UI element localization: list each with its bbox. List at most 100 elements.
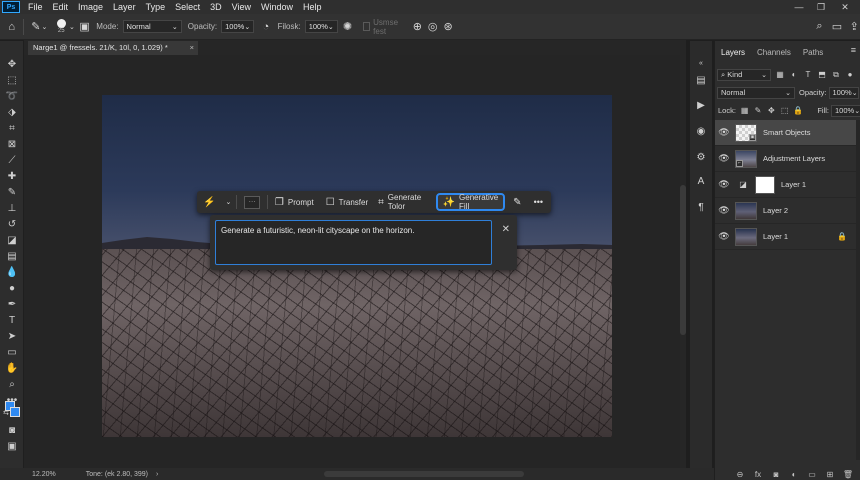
add-mask-icon[interactable]: ◙ — [769, 468, 783, 480]
zoom-level[interactable]: 12.20% — [32, 471, 56, 478]
fill-field[interactable]: 100% ⌄ — [831, 104, 860, 117]
tab-paths[interactable]: Paths — [797, 45, 829, 61]
properties-panel-icon[interactable]: ⚙ — [693, 149, 709, 165]
type-tool-icon[interactable]: T — [3, 313, 21, 327]
chevron-down-icon[interactable]: ⌄ — [223, 193, 233, 211]
marquee-tool-icon[interactable]: ⬚ — [3, 73, 21, 87]
mode-select[interactable]: Normal ⌄ — [122, 20, 182, 33]
adjustments-panel-icon[interactable]: ◉ — [693, 123, 709, 139]
menu-help[interactable]: Help — [298, 0, 327, 14]
new-adjustment-icon[interactable]: ◐ — [787, 468, 801, 480]
blur-tool-icon[interactable]: 💧 — [3, 265, 21, 279]
canvas-vertical-scrollbar[interactable] — [680, 55, 686, 468]
share-icon[interactable]: ⇪ — [849, 19, 860, 35]
pressure-opacity-icon[interactable]: ◔ — [260, 19, 271, 35]
menu-file[interactable]: File — [23, 0, 48, 14]
kind-filter-select[interactable]: ⌕ Kind ⌄ — [717, 68, 771, 81]
history-panel-icon[interactable]: ▤ — [693, 72, 709, 88]
magic-wand-icon[interactable]: ⚡ — [197, 193, 223, 211]
search-icon[interactable]: ⌕ — [814, 19, 825, 35]
blend-mode-select[interactable]: Normal ⌄ — [717, 86, 795, 99]
fx-icon[interactable]: fx — [751, 468, 765, 480]
dodge-tool-icon[interactable]: ● — [3, 281, 21, 295]
eye-icon[interactable]: 👁 — [715, 179, 733, 190]
history-brush-tool-icon[interactable]: ↺ — [3, 217, 21, 231]
generative-fill-prompt-input[interactable]: Generate a futuristic, neon-lit cityscap… — [215, 220, 492, 265]
prompt-button[interactable]: ❐ Prompt — [271, 193, 318, 211]
brush-tool-icon[interactable]: ✎ — [3, 185, 21, 199]
link-layers-icon[interactable]: ⊖ — [733, 468, 747, 480]
quick-mask-icon[interactable]: ◙ — [3, 423, 21, 437]
symmetry-icon[interactable]: ⊛ — [442, 19, 453, 35]
lasso-tool-icon[interactable]: ➰ — [3, 89, 21, 103]
layer-row[interactable]: 👁 ⌐ Adjustment Layers — [715, 146, 860, 172]
lock-transparent-icon[interactable]: ▦ — [740, 106, 749, 116]
canvas-horizontal-scrollbar[interactable] — [324, 471, 524, 477]
smart-object-filter-icon[interactable]: ⧉ — [831, 70, 841, 80]
layer-row[interactable]: 👁 ◪ Layer 1 — [715, 172, 860, 198]
pen-tool-icon[interactable]: ✒ — [3, 297, 21, 311]
document-tab[interactable]: Narge1 @ fressels. 21/K, 10l, 0, 1.029) … — [28, 41, 198, 55]
menu-image[interactable]: Image — [73, 0, 108, 14]
workspace-icon[interactable]: ▭ — [831, 19, 842, 35]
menu-3d[interactable]: 3D — [205, 0, 227, 14]
clone-stamp-tool-icon[interactable]: ⊥ — [3, 201, 21, 215]
close-tab-icon[interactable]: × — [190, 41, 194, 55]
generate-tolor-button[interactable]: ⌗ Generate Tolor — [374, 193, 431, 211]
smoothing-icon[interactable]: ◎ — [427, 19, 438, 35]
close-icon[interactable]: ✕ — [502, 224, 510, 235]
layer-row[interactable]: 👁 ▣ Smart Objects — [715, 120, 860, 146]
eye-icon[interactable]: 👁 — [715, 231, 733, 242]
close-window-icon[interactable]: ✕ — [834, 0, 856, 14]
shape-filter-icon[interactable]: ⬒ — [817, 70, 827, 80]
scrollbar-thumb[interactable] — [680, 185, 686, 335]
layer-opacity-field[interactable]: 100% ⌄ — [828, 86, 859, 99]
brush-tool-icon[interactable]: ✎ — [30, 19, 41, 35]
menu-layer[interactable]: Layer — [108, 0, 141, 14]
path-select-tool-icon[interactable]: ➤ — [3, 329, 21, 343]
brush-preset-picker[interactable]: 25 — [53, 16, 69, 38]
lock-position-icon[interactable]: ✥ — [767, 106, 776, 116]
delete-layer-icon[interactable]: 🗑 — [841, 468, 855, 480]
pixel-filter-icon[interactable]: ▦ — [775, 70, 785, 80]
layer-row[interactable]: 👁 Layer 1 🔒 — [715, 224, 860, 250]
eye-icon[interactable]: 👁 — [715, 127, 733, 138]
menu-view[interactable]: View — [227, 0, 256, 14]
selection-options-button[interactable]: ⋯ — [240, 193, 264, 211]
healing-brush-tool-icon[interactable]: ✚ — [3, 169, 21, 183]
menu-window[interactable]: Window — [256, 0, 298, 14]
chevron-right-icon[interactable]: › — [156, 471, 158, 478]
new-layer-icon[interactable]: ⊞ — [823, 468, 837, 480]
generative-fill-button[interactable]: ✨ Generative Fill — [435, 193, 506, 211]
screen-mode-icon[interactable]: ▣ — [3, 439, 21, 453]
lock-all-icon[interactable]: 🔒 — [793, 106, 803, 116]
tab-layers[interactable]: Layers — [715, 45, 751, 61]
crop-tool-icon[interactable]: ⌗ — [3, 121, 21, 135]
layer-row[interactable]: 👁 Layer 2 — [715, 198, 860, 224]
background-color-swatch[interactable] — [10, 407, 20, 417]
brush-settings-icon[interactable]: ▣ — [79, 19, 90, 35]
new-group-icon[interactable]: ▭ — [805, 468, 819, 480]
lock-image-icon[interactable]: ✎ — [753, 106, 762, 116]
tab-channels[interactable]: Channels — [751, 45, 797, 61]
opacity-field[interactable]: 100% ⌄ — [221, 20, 255, 33]
restore-icon[interactable]: ❐ — [810, 0, 832, 14]
type-filter-icon[interactable]: T — [803, 70, 813, 80]
layers-scrollbar[interactable] — [856, 120, 860, 460]
frame-tool-icon[interactable]: ⊠ — [3, 137, 21, 151]
menu-select[interactable]: Select — [170, 0, 205, 14]
hand-tool-icon[interactable]: ✋ — [3, 361, 21, 375]
eye-icon[interactable]: 👁 — [715, 205, 733, 216]
character-panel-icon[interactable]: A — [693, 173, 709, 189]
shape-tool-icon[interactable]: ▭ — [3, 345, 21, 359]
menu-type[interactable]: Type — [141, 0, 171, 14]
chevron-down-icon[interactable]: ⌄ — [42, 19, 48, 35]
minimize-icon[interactable]: — — [788, 0, 810, 14]
chevron-down-icon[interactable]: ⌄ — [69, 19, 75, 35]
actions-panel-icon[interactable]: ▶ — [693, 97, 709, 113]
airbrush-icon[interactable]: ✺ — [342, 19, 353, 35]
adjustment-filter-icon[interactable]: ◐ — [789, 70, 799, 80]
eraser-tool-icon[interactable]: ◪ — [3, 233, 21, 247]
zoom-tool-icon[interactable]: ⌕ — [3, 377, 21, 391]
menu-edit[interactable]: Edit — [48, 0, 74, 14]
